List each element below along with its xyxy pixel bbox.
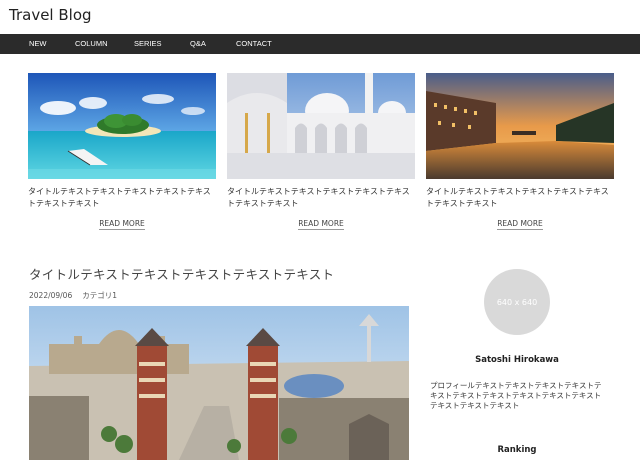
nav-item-qa[interactable]: Q&A xyxy=(190,34,206,54)
post-date: 2022/09/06 xyxy=(29,291,73,300)
site-title[interactable]: Travel Blog xyxy=(9,6,92,24)
nav-item-new[interactable]: NEW xyxy=(29,34,47,54)
author-name: Satoshi Hirokawa xyxy=(475,355,559,365)
article-card-title[interactable]: タイトルテキストテキストテキストテキストテキストテキストテキスト xyxy=(426,186,614,210)
post-featured-image[interactable] xyxy=(29,306,409,460)
nav-item-column[interactable]: COLUMN xyxy=(75,34,108,54)
article-card: タイトルテキストテキストテキストテキストテキストテキストテキスト READ MO… xyxy=(28,73,216,230)
author-bio: プロフィールテキストテキストテキストテキストテキストテキストテキストテキストテキ… xyxy=(430,381,602,410)
article-thumbnail-mosque[interactable] xyxy=(227,73,415,179)
post-category[interactable]: カテゴリ1 xyxy=(82,291,117,300)
site-header: Travel Blog xyxy=(0,0,640,34)
ranking-heading: Ranking xyxy=(497,445,537,455)
nav-item-series[interactable]: SERIES xyxy=(134,34,162,54)
article-card-title[interactable]: タイトルテキストテキストテキストテキストテキストテキストテキスト xyxy=(227,186,415,210)
article-card: タイトルテキストテキストテキストテキストテキストテキストテキスト READ MO… xyxy=(426,73,614,230)
post-title[interactable]: タイトルテキストテキストテキストテキストテキスト xyxy=(29,264,334,283)
read-more-link[interactable]: READ MORE xyxy=(426,219,614,230)
author-avatar: 640 x 640 xyxy=(484,269,550,335)
post-meta: 2022/09/06 カテゴリ1 xyxy=(29,290,117,301)
article-thumbnail-island[interactable] xyxy=(28,73,216,179)
article-card: タイトルテキストテキストテキストテキストテキストテキストテキスト READ MO… xyxy=(227,73,415,230)
main-nav: NEW COLUMN SERIES Q&A CONTACT xyxy=(0,34,640,54)
read-more-link[interactable]: READ MORE xyxy=(28,219,216,230)
article-card-title[interactable]: タイトルテキストテキストテキストテキストテキストテキストテキスト xyxy=(28,186,216,210)
read-more-link[interactable]: READ MORE xyxy=(227,219,415,230)
article-thumbnail-canal[interactable] xyxy=(426,73,614,179)
nav-item-contact[interactable]: CONTACT xyxy=(236,34,272,54)
